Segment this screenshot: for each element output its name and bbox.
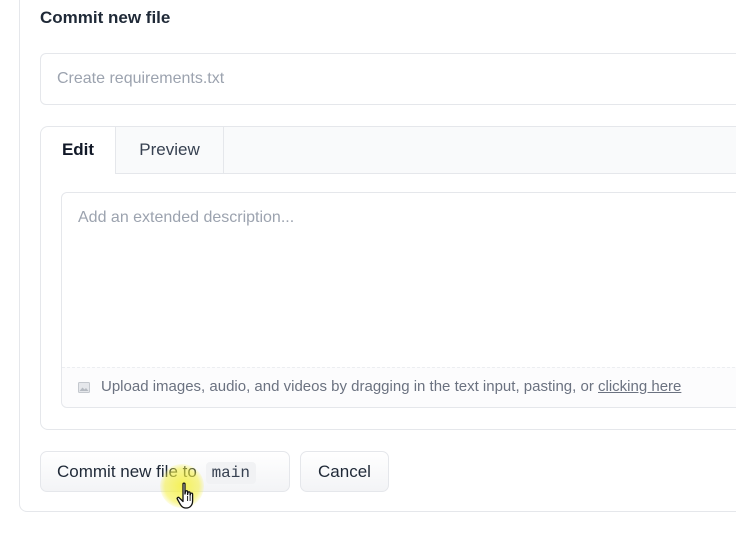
upload-hint: Upload images, audio, and videos by drag… <box>101 378 681 395</box>
upload-dropzone[interactable]: Upload images, audio, and videos by drag… <box>62 367 736 407</box>
extended-description-textarea[interactable] <box>62 193 736 367</box>
image-icon <box>78 382 90 393</box>
tab-preview[interactable]: Preview <box>116 127 224 173</box>
commit-summary-input[interactable] <box>40 53 736 105</box>
commit-heading: Commit new file <box>40 8 171 27</box>
tab-edit[interactable]: Edit <box>41 127 116 174</box>
branch-name: main <box>205 461 256 484</box>
editor-tabbar: Edit Preview <box>41 127 736 174</box>
cancel-button[interactable]: Cancel <box>300 451 389 492</box>
upload-link[interactable]: clicking here <box>598 378 681 395</box>
commit-button-label: Commit new file to <box>57 461 197 481</box>
upload-hint-text: Upload images, audio, and videos by drag… <box>101 378 598 395</box>
commit-button[interactable]: Commit new file to main <box>40 451 290 492</box>
description-field-wrapper: Upload images, audio, and videos by drag… <box>61 192 736 408</box>
